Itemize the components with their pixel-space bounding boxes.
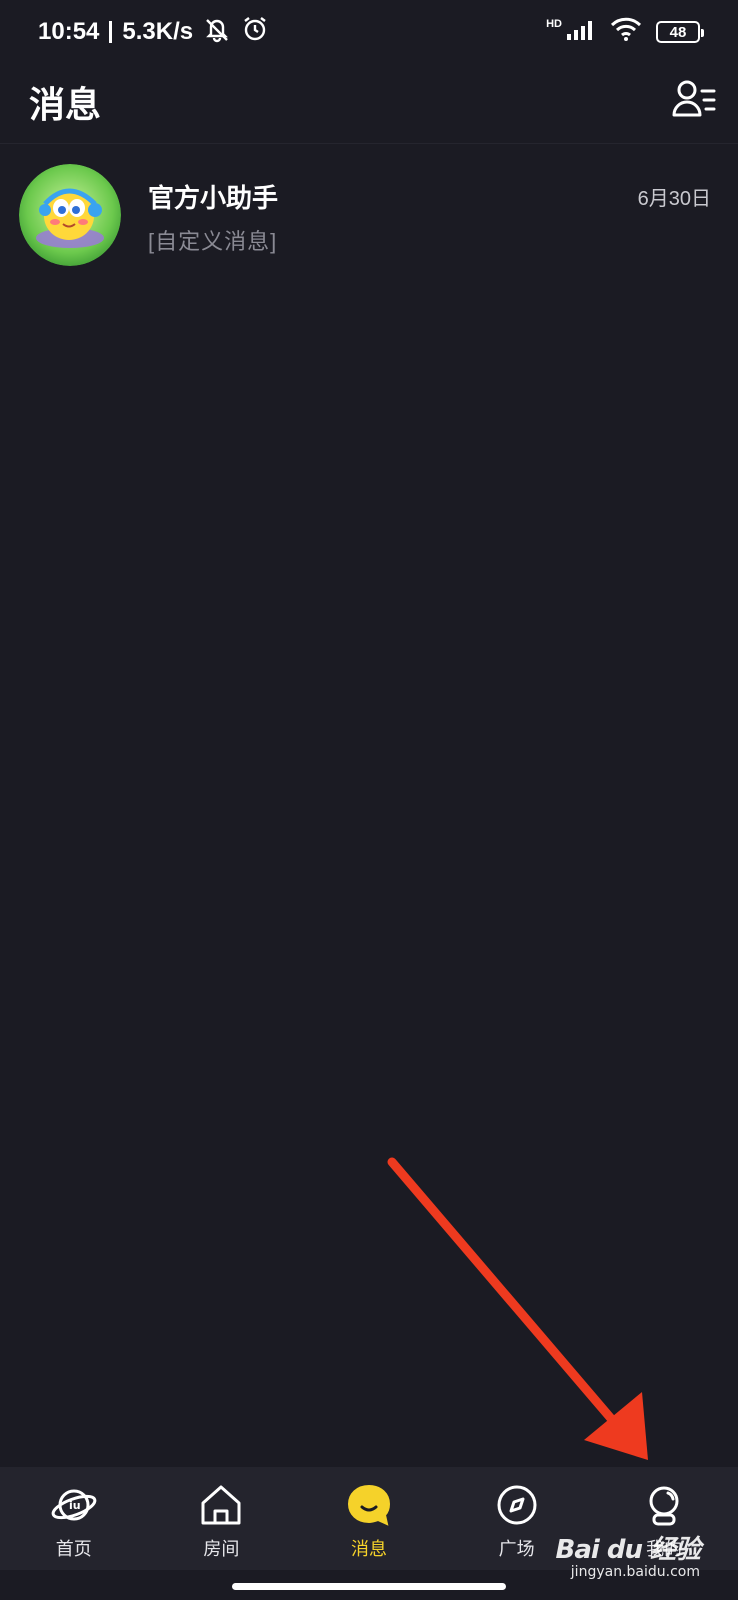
house-icon — [197, 1481, 245, 1529]
svg-text:iu: iu — [69, 1499, 81, 1512]
status-bar: 10:54 5.3K/s HD 48 — [0, 0, 738, 64]
battery-indicator: 48 — [656, 21, 704, 43]
contacts-list-icon — [672, 78, 716, 123]
status-time: 10:54 — [38, 18, 100, 45]
watermark-logo: Bai du 经验 — [555, 1535, 701, 1565]
message-preview: [自定义消息] — [148, 229, 278, 254]
nav-item-rooms[interactable]: 房间 — [148, 1467, 296, 1570]
nav-item-home[interactable]: iu 首页 — [0, 1467, 148, 1570]
message-sender-name: 官方小助手 — [148, 183, 279, 213]
nav-item-messages[interactable]: 消息 — [295, 1467, 443, 1570]
message-date: 6月30日 — [637, 188, 711, 210]
assistant-mascot-avatar — [19, 164, 121, 266]
hd-label: HD — [546, 18, 562, 30]
status-divider — [109, 21, 113, 43]
nav-label-home: 首页 — [55, 1539, 92, 1559]
status-net-speed: 5.3K/s — [122, 18, 194, 45]
wifi-icon — [610, 17, 642, 48]
contacts-button[interactable] — [670, 76, 718, 124]
home-indicator[interactable] — [232, 1583, 506, 1590]
battery-level: 48 — [669, 23, 687, 41]
cellular-signal-icon — [566, 18, 596, 47]
nav-label-rooms: 房间 — [203, 1539, 240, 1559]
baidu-watermark: Bai du 经验 jingyan.baidu.com — [556, 1529, 701, 1580]
page-title: 消息 — [29, 84, 102, 125]
status-right: HD 48 — [546, 17, 704, 48]
alarm-icon — [241, 15, 269, 50]
status-left: 10:54 5.3K/s — [38, 15, 269, 50]
bell-muted-icon — [203, 15, 231, 50]
compass-icon — [493, 1481, 541, 1529]
profile-icon — [640, 1481, 688, 1529]
watermark-url: jingyan.baidu.com — [570, 1564, 700, 1580]
nav-label-messages: 消息 — [350, 1539, 387, 1559]
page-header: 消息 — [0, 64, 738, 144]
message-bubble-icon — [345, 1481, 393, 1529]
message-list-item[interactable]: 官方小助手 [自定义消息] 6月30日 — [0, 160, 738, 272]
planet-icon: iu — [50, 1481, 98, 1529]
nav-label-plaza: 广场 — [498, 1539, 535, 1559]
